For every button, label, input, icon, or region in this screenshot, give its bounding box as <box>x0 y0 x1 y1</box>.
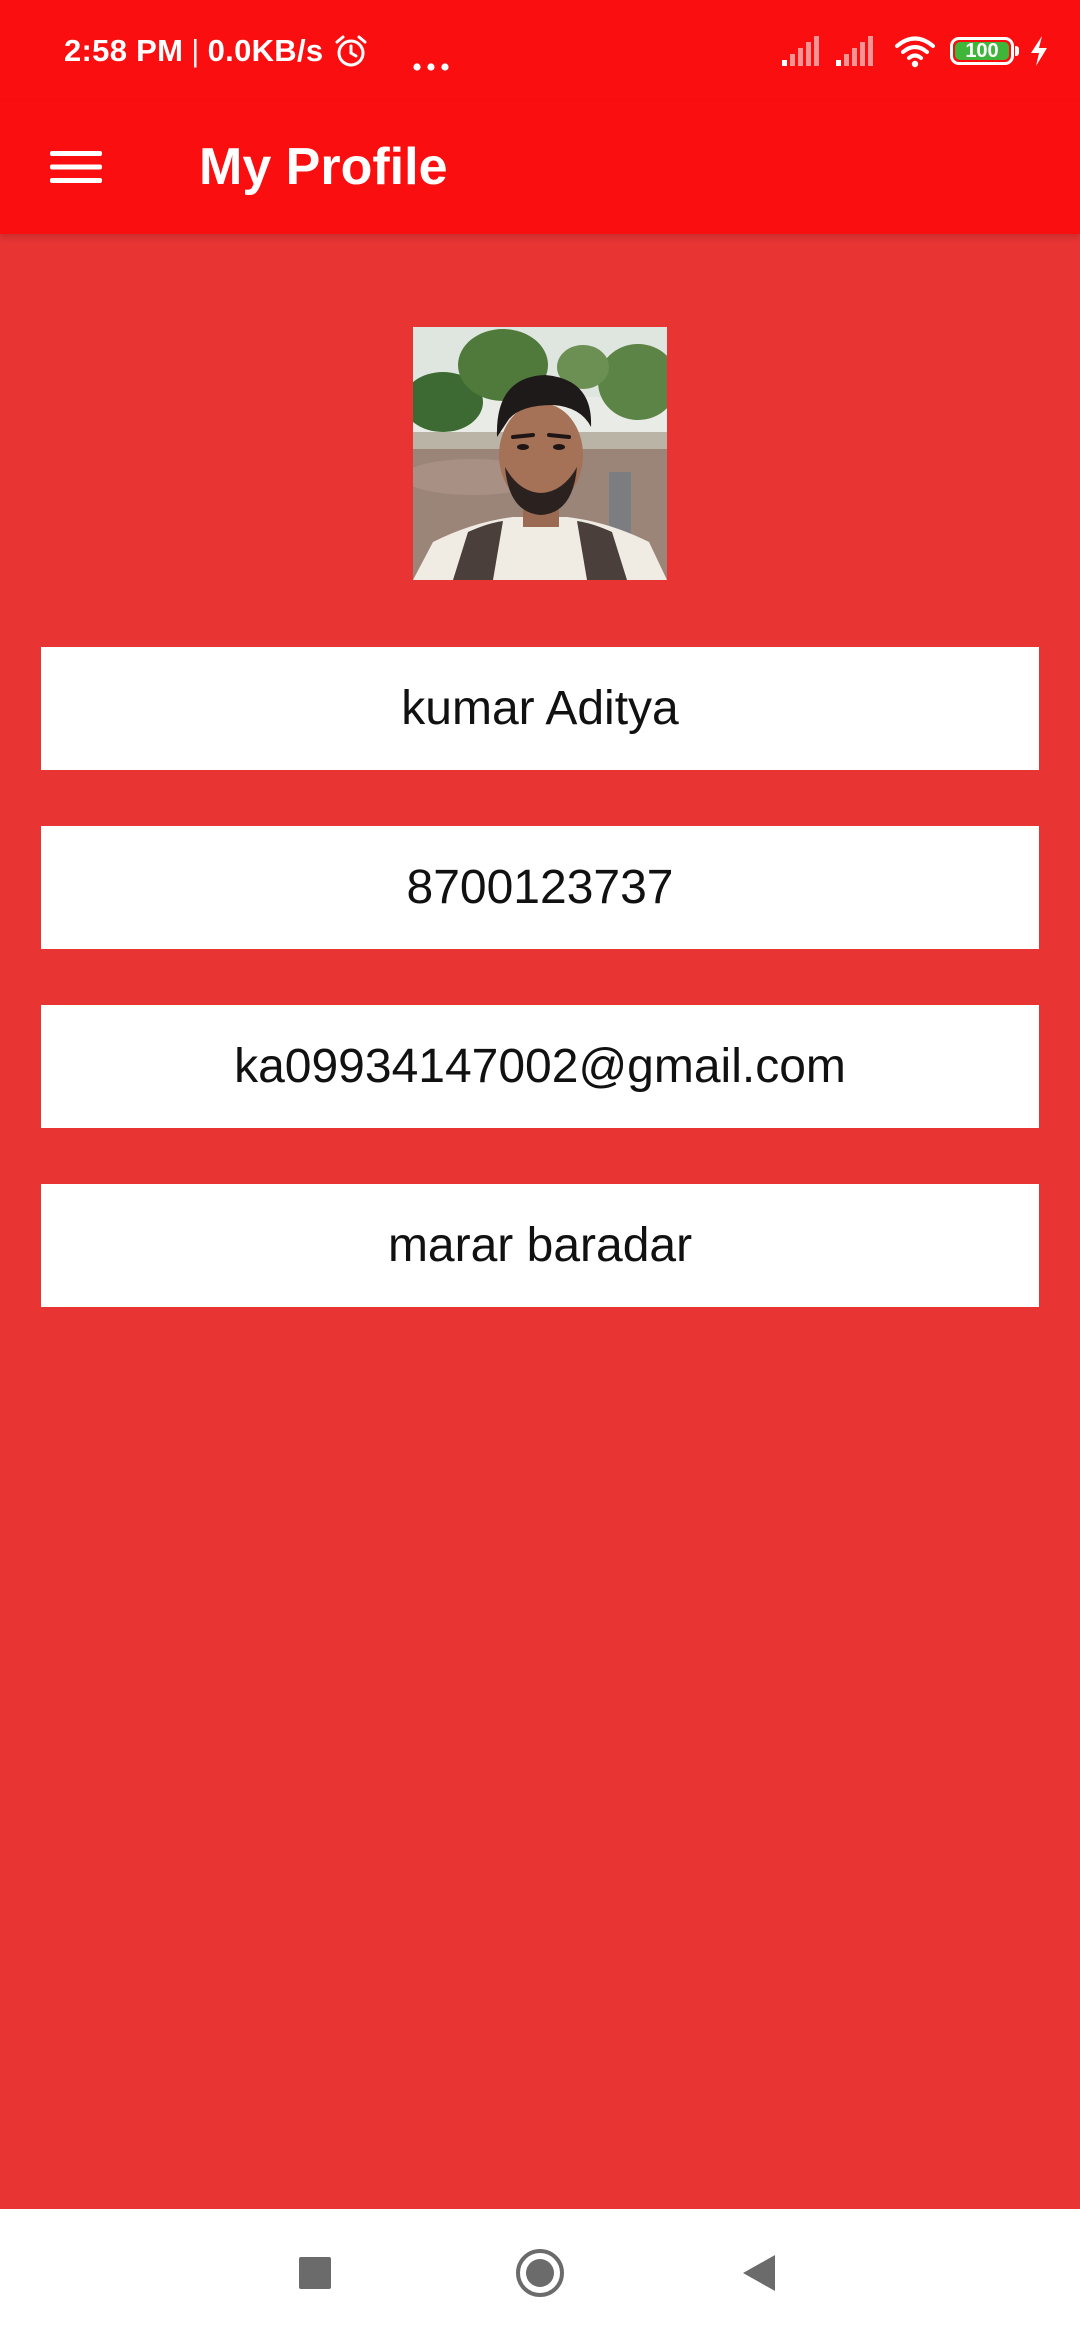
navigation-bar <box>0 2209 1080 2340</box>
status-separator: | <box>191 33 200 68</box>
signal-sim2-icon <box>834 34 878 68</box>
status-left: 2:58 PM | 0.0KB/s <box>64 30 451 72</box>
square-recents-icon[interactable] <box>299 2257 331 2289</box>
battery-level: 100 <box>955 41 1009 61</box>
page-title: My Profile <box>199 138 448 196</box>
more-dots-icon <box>411 45 451 71</box>
profile-photo <box>413 327 667 580</box>
battery-tip <box>1015 46 1019 56</box>
profile-name-field: kumar Aditya <box>41 647 1039 770</box>
hamburger-menu-icon <box>50 151 102 183</box>
app-bar: My Profile <box>0 100 1080 234</box>
circle-home-icon[interactable] <box>514 2247 566 2299</box>
alarm-clock-icon <box>333 33 369 69</box>
profile-phone-field: 8700123737 <box>41 826 1039 949</box>
profile-address-field: marar baradar <box>41 1184 1039 1307</box>
status-time: 2:58 PM <box>64 33 184 68</box>
signal-sim1-icon <box>780 34 824 68</box>
charging-bolt-icon <box>1028 34 1050 68</box>
triangle-back-icon[interactable] <box>741 2253 777 2293</box>
battery-icon: 100 <box>950 37 1019 65</box>
status-right: 100 <box>780 30 1050 72</box>
menu-button[interactable] <box>36 130 116 204</box>
network-speed: 0.0KB/s <box>207 33 324 68</box>
wifi-icon <box>894 34 936 68</box>
profile-email-field: ka09934147002@gmail.com <box>41 1005 1039 1128</box>
status-bar: 2:58 PM | 0.0KB/s 100 <box>0 0 1080 100</box>
